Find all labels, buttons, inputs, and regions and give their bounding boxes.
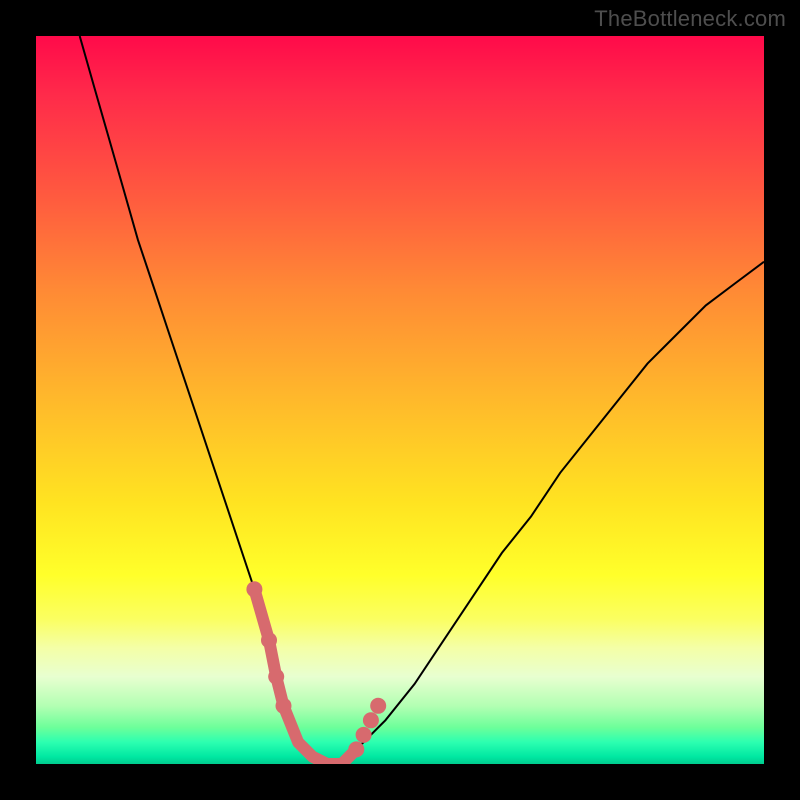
curve-layer (36, 36, 764, 764)
highlight-dot (276, 698, 292, 714)
highlight-dots (246, 581, 386, 757)
highlight-dot (356, 727, 372, 743)
highlight-dot (348, 741, 364, 757)
highlight-dot (268, 669, 284, 685)
watermark-text: TheBottleneck.com (594, 6, 786, 32)
highlight-dot (246, 581, 262, 597)
highlight-dot (370, 698, 386, 714)
bottleneck-curve (80, 36, 764, 764)
plot-area (36, 36, 764, 764)
highlight-dot (261, 632, 277, 648)
chart-frame: TheBottleneck.com (0, 0, 800, 800)
highlight-dot (363, 712, 379, 728)
